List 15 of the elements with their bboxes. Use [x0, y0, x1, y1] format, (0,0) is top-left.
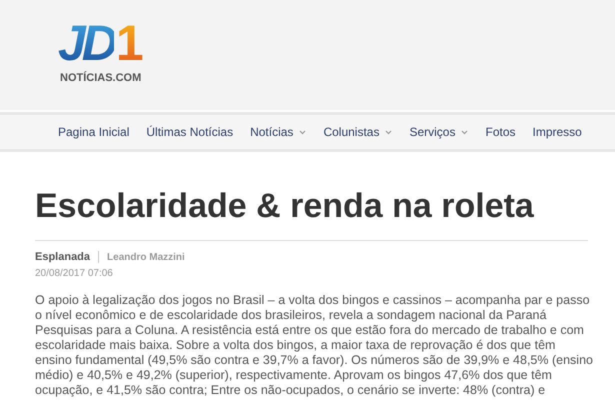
logo-text: NOTÍCIAS.COM	[60, 70, 142, 86]
chevron-down-icon	[461, 130, 468, 134]
chevron-down-icon	[299, 130, 306, 134]
nav-link[interactable]: Impresso	[532, 123, 582, 141]
nav-link[interactable]: Colunistas	[323, 123, 392, 141]
article-title: Escolaridade & renda na roleta	[35, 186, 535, 226]
nav-link[interactable]: Fotos	[485, 123, 516, 141]
section-link[interactable]: Esplanada	[35, 249, 90, 266]
nav-link[interactable]: Pagina Inicial	[58, 123, 130, 141]
nav-link[interactable]: Serviços	[409, 123, 468, 141]
publish-date: 20/08/2017 07:06	[35, 266, 114, 280]
nav-link[interactable]: Notícias	[250, 123, 306, 141]
article-body: O apoio à legalização dos jogos no Brasil – a volta dos bingos e cassinos – acompanha par e passo o nível econômico e de escolaridade dos brasileiros, revela a sondagem nacional da Paraná Pesquisas para a Coluna. A resistência está entre os que estão fora do mercado de trabalho e com escolaridade mais baixa. Sobre a volta dos bingos, a maior taxa de reprovação é dos que têm ensino fundamental (49,5% são contra e 39,7% a favor). Os números são de 39,9% e 48,5% (ensino médio) e 40,5% e 49,2% (superior), respectivamente. Aprovam os bingos 47,6% dos que têm ocupação, e 41,5% são contra; Entre os não-ocupados, o cenário se inverte: 48% (contra) e	[35, 292, 594, 398]
nav-link[interactable]: Últimas Notícias	[146, 123, 234, 141]
chevron-down-icon	[385, 130, 392, 134]
